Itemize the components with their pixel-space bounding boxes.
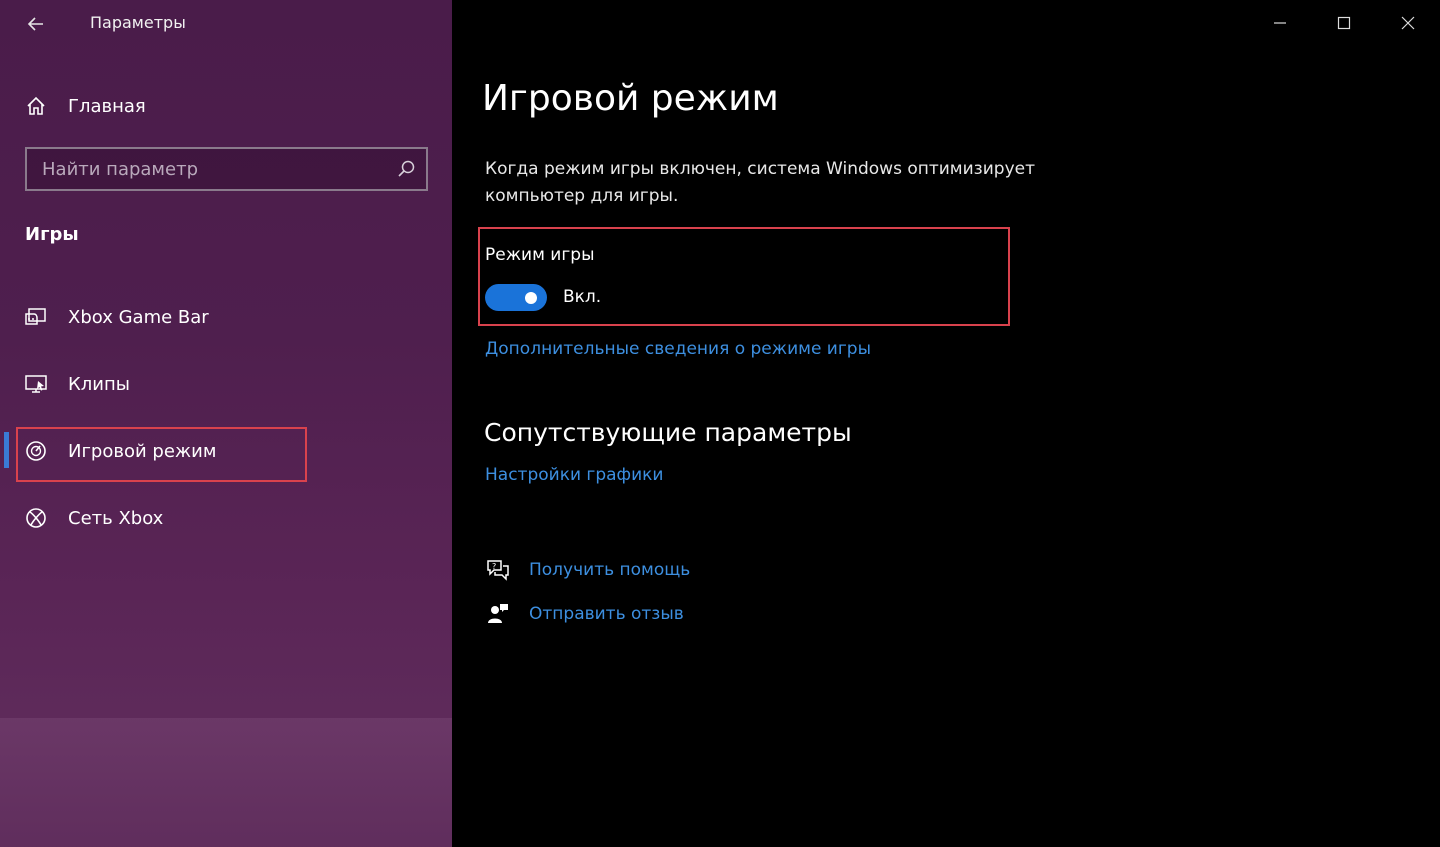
maximize-button[interactable]: [1312, 0, 1376, 46]
feedback-icon: [482, 602, 514, 626]
page-title: Игровой режим: [482, 78, 779, 119]
home-icon: [18, 95, 54, 117]
sidebar-item-clips[interactable]: Клипы: [18, 362, 438, 406]
back-button[interactable]: [20, 8, 52, 40]
sidebar: Параметры Главная Игры Xbox Game Bar: [0, 0, 452, 847]
search-input[interactable]: [42, 158, 386, 180]
close-button[interactable]: [1376, 0, 1440, 46]
clips-icon: [18, 373, 54, 395]
more-info-link[interactable]: Дополнительные сведения о режиме игры: [485, 339, 871, 359]
page-description: Когда режим игры включен, система Window…: [485, 159, 1035, 206]
xbox-icon: [18, 507, 54, 529]
search-box[interactable]: [25, 147, 428, 191]
xbox-game-bar-icon: [18, 306, 54, 328]
help-chat-icon: ?: [482, 558, 514, 582]
sidebar-item-home[interactable]: Главная: [18, 86, 418, 126]
sidebar-item-label: Клипы: [68, 373, 130, 395]
sidebar-item-label: Xbox Game Bar: [68, 306, 209, 328]
window-controls: [1248, 0, 1440, 46]
close-icon: [1401, 16, 1415, 30]
back-arrow-icon: [27, 17, 43, 31]
section-label-games: Игры: [25, 224, 79, 245]
app-title: Параметры: [90, 13, 186, 32]
sidebar-item-label: Сеть Xbox: [68, 507, 164, 529]
toggle-knob: [525, 291, 537, 304]
sidebar-item-xbox-network[interactable]: Сеть Xbox: [18, 496, 438, 540]
sidebar-item-game-mode[interactable]: Игровой режим: [18, 429, 438, 473]
graphics-settings-link[interactable]: Настройки графики: [485, 465, 663, 485]
feedback-row[interactable]: Отправить отзыв: [482, 599, 684, 629]
sidebar-bottom-band: [0, 718, 452, 847]
sidebar-item-label: Игровой режим: [68, 440, 217, 462]
get-help-link[interactable]: Получить помощь: [529, 560, 690, 580]
maximize-icon: [1337, 16, 1351, 30]
search-icon[interactable]: [386, 159, 426, 179]
svg-text:?: ?: [492, 562, 496, 571]
game-mode-icon: [18, 440, 54, 462]
related-settings-title: Сопутствующие параметры: [484, 418, 852, 447]
feedback-link[interactable]: Отправить отзыв: [529, 604, 684, 624]
toggle-state-label: Вкл.: [563, 287, 602, 307]
minimize-button[interactable]: [1248, 0, 1312, 46]
selected-indicator: [4, 432, 9, 468]
main-content: Игровой режим Когда режим игры включен, …: [452, 0, 1440, 847]
sidebar-item-label: Главная: [68, 95, 146, 117]
highlight-box-game-mode-toggle: [478, 227, 1010, 326]
get-help-row[interactable]: ? Получить помощь: [482, 555, 690, 585]
toggle-title: Режим игры: [485, 245, 595, 265]
sidebar-item-xbox-game-bar[interactable]: Xbox Game Bar: [18, 295, 438, 339]
game-mode-toggle[interactable]: [485, 284, 547, 311]
minimize-icon: [1274, 22, 1286, 24]
